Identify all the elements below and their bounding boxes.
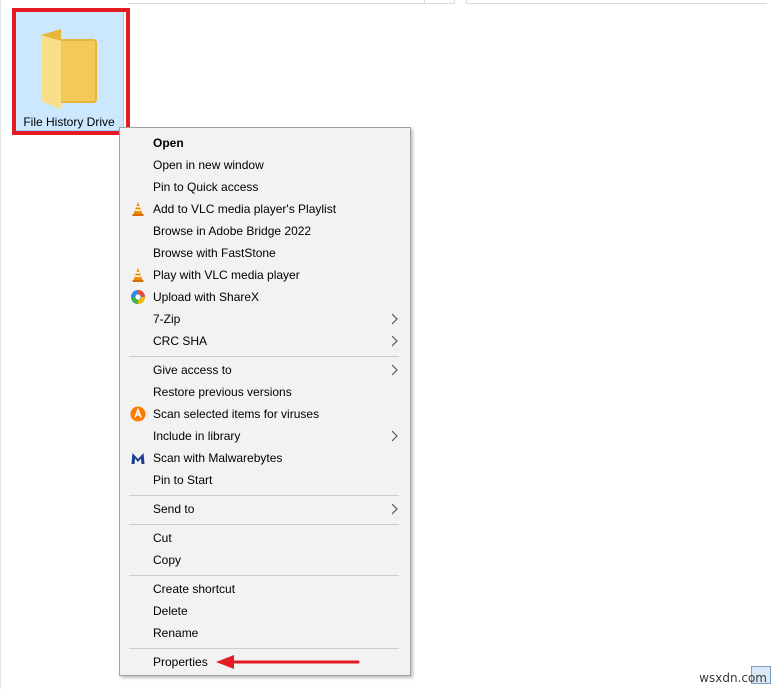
menu-item-open[interactable]: Open xyxy=(120,132,410,154)
menu-separator xyxy=(129,356,399,357)
menu-item-label: Cut xyxy=(153,531,172,545)
menu-item-open-in-new-window[interactable]: Open in new window xyxy=(120,154,410,176)
menu-item-7-zip[interactable]: 7-Zip xyxy=(120,308,410,330)
menu-item-label: Open xyxy=(153,136,184,150)
menu-item-pin-to-quick-access[interactable]: Pin to Quick access xyxy=(120,176,410,198)
menu-item-pin-to-start[interactable]: Pin to Start xyxy=(120,469,410,491)
chevron-right-icon xyxy=(391,313,398,325)
menu-item-label: Copy xyxy=(153,553,182,567)
window-left-edge xyxy=(0,0,1,689)
vlc-cone-icon xyxy=(132,202,144,216)
menu-item-delete[interactable]: Delete xyxy=(120,600,410,622)
menu-item-label: Give access to xyxy=(153,363,232,377)
menu-item-label: Rename xyxy=(153,626,199,640)
malwarebytes-icon xyxy=(131,453,145,464)
chevron-right-icon xyxy=(391,430,398,442)
window-top-edge-right xyxy=(466,0,767,4)
menu-item-rename[interactable]: Rename xyxy=(120,622,410,644)
menu-item-label: Include in library xyxy=(153,429,241,443)
menu-item-browse-in-adobe-bridge[interactable]: Browse in Adobe Bridge 2022 xyxy=(120,220,410,242)
menu-item-browse-with-faststone[interactable]: Browse with FastStone xyxy=(120,242,410,264)
menu-item-label: Scan with Malwarebytes xyxy=(153,451,283,465)
chevron-right-icon xyxy=(391,503,398,515)
chevron-right-icon xyxy=(391,364,398,376)
menu-item-label: Pin to Start xyxy=(153,473,213,487)
menu-item-include-in-library[interactable]: Include in library xyxy=(120,425,410,447)
menu-item-label: Browse with FastStone xyxy=(153,246,276,260)
menu-item-label: 7-Zip xyxy=(153,312,181,326)
menu-item-scan-with-malwarebytes[interactable]: Scan with Malwarebytes xyxy=(120,447,410,469)
menu-separator xyxy=(129,495,399,496)
menu-item-label: Scan selected items for viruses xyxy=(153,407,320,421)
menu-item-label: Delete xyxy=(153,604,188,618)
menu-item-label: Send to xyxy=(153,502,195,516)
chevron-right-icon xyxy=(391,335,398,347)
menu-item-restore-previous-versions[interactable]: Restore previous versions xyxy=(120,381,410,403)
watermark: wsxdn.com xyxy=(699,671,767,685)
sharex-icon xyxy=(131,290,145,304)
menu-item-send-to[interactable]: Send to xyxy=(120,498,410,520)
menu-separator xyxy=(129,648,399,649)
menu-item-label: Restore previous versions xyxy=(153,385,292,399)
avast-icon xyxy=(130,406,146,422)
menu-item-label: Play with VLC media player xyxy=(153,268,300,282)
menu-item-scan-for-viruses[interactable]: Scan selected items for viruses xyxy=(120,403,410,425)
menu-item-cut[interactable]: Cut xyxy=(120,527,410,549)
menu-item-crc-sha[interactable]: CRC SHA xyxy=(120,330,410,352)
menu-item-label: Upload with ShareX xyxy=(153,290,260,304)
menu-item-add-to-vlc-playlist[interactable]: Add to VLC media player's Playlist xyxy=(120,198,410,220)
menu-separator xyxy=(129,575,399,576)
menu-item-label: Add to VLC media player's Playlist xyxy=(153,202,337,216)
menu-item-label: Browse in Adobe Bridge 2022 xyxy=(153,224,312,238)
menu-item-label: Open in new window xyxy=(153,158,264,172)
vlc-cone-icon xyxy=(132,268,144,282)
menu-item-label: Create shortcut xyxy=(153,582,236,596)
menu-item-play-with-vlc[interactable]: Play with VLC media player xyxy=(120,264,410,286)
annotation-highlight-box xyxy=(12,8,130,135)
menu-item-label: Pin to Quick access xyxy=(153,180,259,194)
context-menu: Open Open in new window Pin to Quick acc… xyxy=(119,127,411,676)
menu-item-copy[interactable]: Copy xyxy=(120,549,410,571)
menu-item-label: CRC SHA xyxy=(153,334,208,348)
menu-item-give-access-to[interactable]: Give access to xyxy=(120,359,410,381)
menu-item-create-shortcut[interactable]: Create shortcut xyxy=(120,578,410,600)
window-top-edge xyxy=(128,0,455,4)
menu-item-upload-with-sharex[interactable]: Upload with ShareX xyxy=(120,286,410,308)
menu-separator xyxy=(129,524,399,525)
menu-item-label: Properties xyxy=(153,655,208,669)
annotation-arrow-icon xyxy=(216,655,360,669)
